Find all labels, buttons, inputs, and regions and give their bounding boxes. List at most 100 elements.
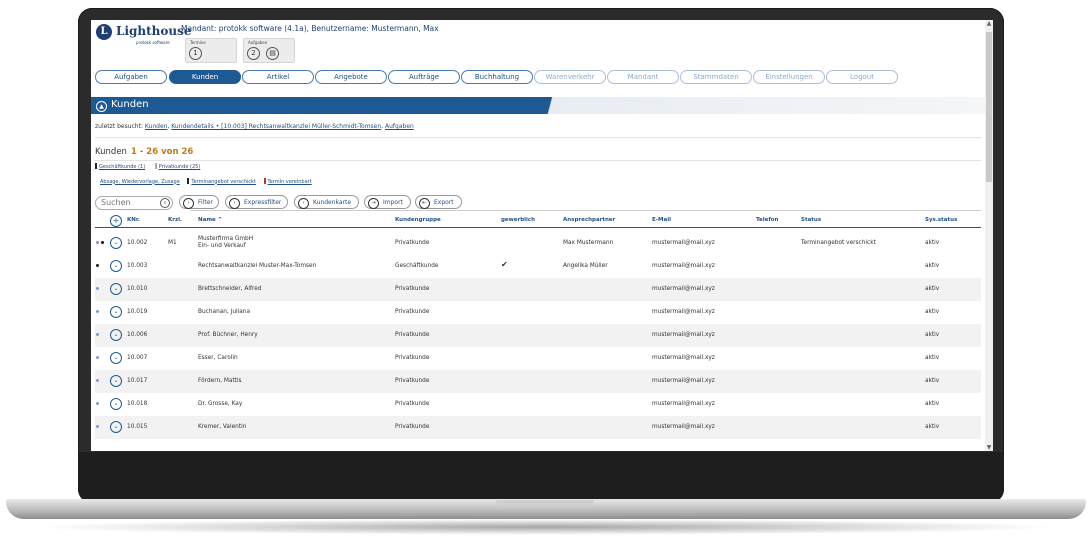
col-email[interactable]: E-Mail	[652, 217, 671, 223]
filter-label: Filter	[198, 199, 213, 206]
scroll-down-icon[interactable]: ▼	[985, 444, 993, 451]
chevron-down-icon[interactable]: ⌄	[110, 260, 122, 272]
col-krzl[interactable]: Krzl.	[168, 217, 182, 223]
cell-name: Esser, Carolin	[198, 355, 238, 361]
cell-email: mustermail@mail.xyz	[652, 263, 715, 269]
nav-warenverkehr[interactable]: Warenverkehr	[534, 70, 606, 84]
cell-kundengruppe: Privatkunde	[395, 309, 430, 315]
tag-marker	[154, 163, 157, 169]
col-status[interactable]: Status	[801, 217, 821, 223]
col-kundengruppe[interactable]: Kundengruppe	[395, 217, 441, 223]
laptop-bezel	[78, 452, 1004, 503]
table-row[interactable]: ⌄ 10.017 Fördern, Mattis Privatkunde mus…	[95, 370, 981, 393]
nav-buchhaltung[interactable]: Buchhaltung	[461, 70, 533, 84]
chevron-down-icon[interactable]: ⌄	[110, 421, 122, 433]
table-row[interactable]: ⌄ 10.002 M1 Musterfirma GmbH Ein- und Ver…	[95, 232, 981, 255]
nav-aufgaben[interactable]: Aufgaben	[95, 70, 167, 84]
table-row[interactable]: ⌄ 10.019 Buchanan, Juliana Privatkunde m…	[95, 301, 981, 324]
kundenkarte-button[interactable]: › Kundenkarte	[294, 195, 359, 209]
table-row[interactable]: ⌄ 10.006 Prof. Büchner, Henry Privatkund…	[95, 324, 981, 347]
chevron-down-icon[interactable]: ⌄	[110, 375, 122, 387]
export-button[interactable]: ⇤ Export	[415, 195, 462, 209]
table-header: + KNr. Krzl. Name ^ Kundengruppe gewerbl…	[95, 215, 981, 228]
filter-privatkunde[interactable]: Privatkunde (25)	[159, 164, 201, 170]
col-telefon[interactable]: Telefon	[756, 217, 778, 223]
aufgaben-label: Aufgaben	[248, 40, 268, 45]
filter-geschaeftkunde[interactable]: Geschäftkunde (1)	[99, 164, 145, 170]
table-row[interactable]: ⌄ 10.015 Kremer, Valentin Privatkunde mu…	[95, 416, 981, 439]
breadcrumb: zuletzt besucht: Kunden, Kundendetails •…	[95, 123, 414, 130]
search-field[interactable]: Suchen ⌕	[95, 196, 173, 210]
add-customer-icon[interactable]: +	[110, 215, 122, 227]
chevron-down-icon[interactable]: ⌄	[110, 398, 122, 410]
import-button[interactable]: ⇥ Import	[364, 195, 411, 209]
import-icon: ⇥	[368, 198, 379, 209]
col-gewerblich[interactable]: gewerblich	[501, 217, 535, 223]
table-row[interactable]: ⌄ 10.007 Esser, Carolin Privatkunde must…	[95, 347, 981, 370]
chevron-down-icon[interactable]: ⌄	[110, 283, 122, 295]
filter-button[interactable]: › Filter	[179, 195, 219, 209]
table-row[interactable]: ⌄ 10.018 Dr. Grosse, Kay Privatkunde mus…	[95, 393, 981, 416]
scroll-thumb[interactable]	[986, 32, 992, 182]
col-knr[interactable]: KNr.	[127, 217, 140, 223]
cell-knr: 10.019	[127, 309, 148, 315]
col-name[interactable]: Name ^	[198, 217, 222, 223]
search-icon[interactable]: ⌕	[160, 198, 170, 208]
table-row[interactable]: ⌄ 10.003 Rechtsanwaltkanzlei Muster-Max-…	[95, 255, 981, 278]
cell-sys-status: aktiv	[925, 286, 940, 292]
col-sys-status[interactable]: Sys.status	[925, 217, 957, 223]
band-highlight	[531, 97, 985, 114]
page-title: Kunden	[111, 99, 149, 110]
chevron-down-icon[interactable]: ⌄	[110, 237, 122, 249]
status-dot	[96, 287, 99, 290]
cell-name: Brettschneider, Alfred	[198, 286, 262, 292]
lighthouse-icon: L	[96, 24, 112, 40]
expressfilter-button[interactable]: › Expressfilter	[225, 195, 288, 209]
scroll-up-icon[interactable]: ▲	[985, 20, 993, 27]
chevron-down-icon[interactable]: ⌄	[110, 352, 122, 364]
aufgaben-box[interactable]: Aufgaben 2 ▤	[243, 38, 295, 63]
tag-marker	[263, 178, 266, 184]
termine-box[interactable]: Termine 1	[185, 38, 237, 63]
cell-knr: 10.007	[127, 355, 148, 361]
cell-email: mustermail@mail.xyz	[652, 355, 715, 361]
nav-stammdaten[interactable]: Stammdaten	[680, 70, 752, 84]
cell-name: Fördern, Mattis	[198, 378, 242, 384]
cell-knr: 10.006	[127, 332, 148, 338]
chevron-right-icon: ›	[183, 198, 194, 209]
cell-kundengruppe: Privatkunde	[395, 401, 430, 407]
nav-mandant[interactable]: Mandant	[607, 70, 679, 84]
cell-knr: 10.018	[127, 401, 148, 407]
nav-auftraege[interactable]: Aufträge	[388, 70, 460, 84]
nav-einstellungen[interactable]: Einstellungen	[753, 70, 825, 84]
cell-name-line2: Ein- und Verkauf	[198, 243, 246, 249]
nav-kunden[interactable]: Kunden	[169, 70, 241, 84]
cell-sys-status: aktiv	[925, 332, 940, 338]
chevron-down-icon[interactable]: ⌄	[110, 329, 122, 341]
cell-name: Buchanan, Juliana	[198, 309, 251, 315]
col-ansprechpartner[interactable]: Ansprechpartner	[563, 217, 615, 223]
vertical-scrollbar[interactable]: ▲ ▼	[985, 20, 993, 451]
status-dot	[101, 241, 104, 244]
chevron-down-icon[interactable]: ⌄	[110, 306, 122, 318]
cell-email: mustermail@mail.xyz	[652, 309, 715, 315]
filter-terminangebot[interactable]: Terminangebot verschickt	[191, 179, 256, 185]
mandant-info: Mandant: protokk software (4.1a), Benutz…	[181, 24, 439, 33]
visited-link-kundendetails[interactable]: Kundendetails • [10.003] Rechtsanwaltkan…	[171, 123, 381, 130]
filter-absage[interactable]: Absage, Wiedervorlage, Zusage	[100, 179, 180, 185]
table-row[interactable]: ⌄ 10.010 Brettschneider, Alfred Privatku…	[95, 278, 981, 301]
nav-angebote[interactable]: Angebote	[315, 70, 387, 84]
filter-termin-vereinbart[interactable]: Termin vereinbart	[268, 179, 312, 185]
status-dot	[96, 379, 99, 382]
cell-sys-status: aktiv	[925, 355, 940, 361]
visited-link-kunden[interactable]: Kunden	[145, 123, 168, 130]
cell-knr: 10.002	[127, 240, 148, 246]
cell-email: mustermail@mail.xyz	[652, 424, 715, 430]
cell-sys-status: aktiv	[925, 263, 940, 269]
nav-logout[interactable]: Logout	[826, 70, 898, 84]
tag-marker	[187, 178, 190, 184]
nav-artikel[interactable]: Artikel	[242, 70, 314, 84]
visited-link-aufgaben[interactable]: Aufgaben	[385, 123, 414, 130]
cell-knr: 10.010	[127, 286, 148, 292]
status-dot	[96, 425, 99, 428]
